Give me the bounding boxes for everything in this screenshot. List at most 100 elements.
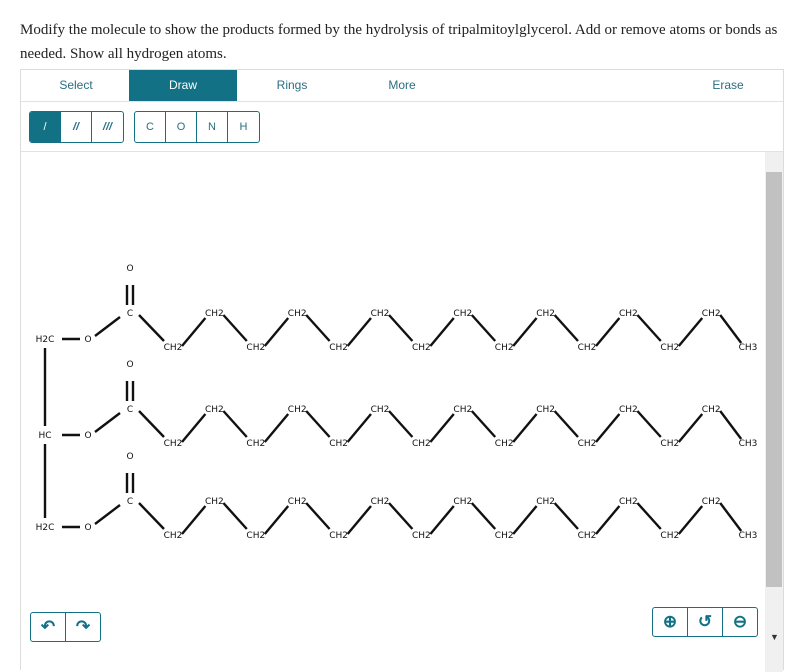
chain-ch2[interactable]: CH2 bbox=[412, 343, 431, 353]
chain-ch2[interactable]: CH2 bbox=[495, 531, 514, 541]
chain-ch2[interactable]: CH2 bbox=[246, 439, 265, 449]
chain-ch2[interactable]: CH2 bbox=[660, 531, 679, 541]
chain-bond[interactable] bbox=[719, 314, 743, 344]
chain-bond[interactable] bbox=[677, 317, 704, 347]
chain-ch2[interactable]: CH2 bbox=[578, 439, 597, 449]
chain-bond[interactable] bbox=[429, 413, 455, 443]
chain-ch2[interactable]: CH2 bbox=[288, 497, 307, 507]
chain-bond[interactable] bbox=[346, 413, 372, 443]
chain-bond[interactable] bbox=[470, 314, 497, 342]
chain-bond[interactable] bbox=[138, 314, 165, 342]
ester-oxygen[interactable]: O bbox=[84, 335, 91, 345]
chain-ch2[interactable]: CH2 bbox=[246, 531, 265, 541]
chain-bond[interactable] bbox=[636, 502, 662, 530]
undo-icon[interactable]: ↶ bbox=[31, 613, 66, 641]
chain-bond[interactable] bbox=[636, 314, 662, 342]
chain-ch2[interactable]: CH2 bbox=[288, 309, 307, 319]
chain-bond[interactable] bbox=[429, 505, 455, 535]
terminal-ch3[interactable]: CH3 bbox=[739, 439, 758, 449]
terminal-ch3[interactable]: CH3 bbox=[739, 343, 758, 353]
chain-ch2[interactable]: CH2 bbox=[371, 497, 390, 507]
chain-ch2[interactable]: CH2 bbox=[412, 439, 431, 449]
chain-bond[interactable] bbox=[346, 505, 372, 535]
chain-bond[interactable] bbox=[512, 413, 538, 443]
carbonyl-carbon[interactable]: C bbox=[127, 309, 133, 319]
chain-ch2[interactable]: CH2 bbox=[371, 405, 390, 415]
chain-bond[interactable] bbox=[388, 314, 414, 342]
chain-ch2[interactable]: CH2 bbox=[660, 439, 679, 449]
chain-bond[interactable] bbox=[677, 505, 704, 535]
ester-bond[interactable] bbox=[94, 504, 121, 525]
chain-ch2[interactable]: CH2 bbox=[536, 497, 555, 507]
glycerol-carbon-1[interactable]: H2C bbox=[36, 335, 55, 345]
chain-bond[interactable] bbox=[263, 505, 290, 535]
chain-ch2[interactable]: CH2 bbox=[453, 497, 472, 507]
chain-ch2[interactable]: CH2 bbox=[578, 343, 597, 353]
carbonyl-oxygen[interactable]: O bbox=[126, 452, 133, 462]
chain-ch2[interactable]: CH2 bbox=[536, 309, 555, 319]
chain-bond[interactable] bbox=[138, 502, 165, 530]
carbonyl-carbon[interactable]: C bbox=[127, 497, 133, 507]
chain-bond[interactable] bbox=[222, 502, 248, 530]
chain-ch2[interactable]: CH2 bbox=[619, 405, 638, 415]
chain-bond[interactable] bbox=[719, 410, 743, 440]
ester-bond[interactable] bbox=[94, 316, 121, 337]
chain-bond[interactable] bbox=[595, 413, 621, 443]
chain-bond[interactable] bbox=[222, 410, 248, 438]
reset-zoom-icon[interactable]: ↺ bbox=[688, 608, 723, 636]
ester-oxygen[interactable]: O bbox=[84, 431, 91, 441]
chain-bond[interactable] bbox=[388, 410, 414, 438]
chain-ch2[interactable]: CH2 bbox=[205, 309, 224, 319]
chain-bond[interactable] bbox=[429, 317, 455, 347]
chain-ch2[interactable]: CH2 bbox=[660, 343, 679, 353]
chain-bond[interactable] bbox=[388, 502, 414, 530]
chain-bond[interactable] bbox=[636, 410, 662, 438]
chain-bond[interactable] bbox=[595, 505, 621, 535]
zoom-out-icon[interactable]: ⊖ bbox=[723, 608, 757, 636]
chain-bond[interactable] bbox=[222, 314, 248, 342]
chain-bond[interactable] bbox=[553, 314, 579, 342]
chain-bond[interactable] bbox=[305, 502, 331, 530]
chain-ch2[interactable]: CH2 bbox=[246, 343, 265, 353]
chain-bond[interactable] bbox=[346, 317, 372, 347]
chain-ch2[interactable]: CH2 bbox=[329, 343, 348, 353]
carbonyl-oxygen[interactable]: O bbox=[126, 360, 133, 370]
chain-ch2[interactable]: CH2 bbox=[536, 405, 555, 415]
chain-bond[interactable] bbox=[263, 413, 290, 443]
chain-ch2[interactable]: CH2 bbox=[702, 309, 721, 319]
chain-ch2[interactable]: CH2 bbox=[205, 497, 224, 507]
chain-bond[interactable] bbox=[263, 317, 290, 347]
chain-bond[interactable] bbox=[595, 317, 621, 347]
chain-bond[interactable] bbox=[553, 502, 579, 530]
chain-bond[interactable] bbox=[305, 410, 331, 438]
chain-ch2[interactable]: CH2 bbox=[288, 405, 307, 415]
zoom-in-icon[interactable]: ⊕ bbox=[653, 608, 688, 636]
chain-ch2[interactable]: CH2 bbox=[164, 531, 183, 541]
chain-bond[interactable] bbox=[181, 505, 207, 535]
carbonyl-carbon[interactable]: C bbox=[127, 405, 133, 415]
chain-bond[interactable] bbox=[470, 502, 497, 530]
redo-icon[interactable]: ↷ bbox=[66, 613, 100, 641]
chain-bond[interactable] bbox=[470, 410, 497, 438]
chain-ch2[interactable]: CH2 bbox=[578, 531, 597, 541]
chain-bond[interactable] bbox=[181, 317, 207, 347]
chain-ch2[interactable]: CH2 bbox=[453, 309, 472, 319]
chain-ch2[interactable]: CH2 bbox=[164, 343, 183, 353]
chain-ch2[interactable]: CH2 bbox=[495, 343, 514, 353]
glycerol-carbon-2[interactable]: HC bbox=[38, 431, 51, 441]
chain-bond[interactable] bbox=[512, 505, 538, 535]
chain-ch2[interactable]: CH2 bbox=[205, 405, 224, 415]
chain-ch2[interactable]: CH2 bbox=[412, 531, 431, 541]
chain-ch2[interactable]: CH2 bbox=[164, 439, 183, 449]
chain-bond[interactable] bbox=[181, 413, 207, 443]
chain-ch2[interactable]: CH2 bbox=[329, 531, 348, 541]
ester-bond[interactable] bbox=[94, 412, 121, 433]
carbonyl-oxygen[interactable]: O bbox=[126, 264, 133, 274]
terminal-ch3[interactable]: CH3 bbox=[739, 531, 758, 541]
chain-bond[interactable] bbox=[305, 314, 331, 342]
chain-bond[interactable] bbox=[138, 410, 165, 438]
chain-ch2[interactable]: CH2 bbox=[329, 439, 348, 449]
chain-ch2[interactable]: CH2 bbox=[702, 405, 721, 415]
chain-ch2[interactable]: CH2 bbox=[619, 309, 638, 319]
chain-ch2[interactable]: CH2 bbox=[495, 439, 514, 449]
